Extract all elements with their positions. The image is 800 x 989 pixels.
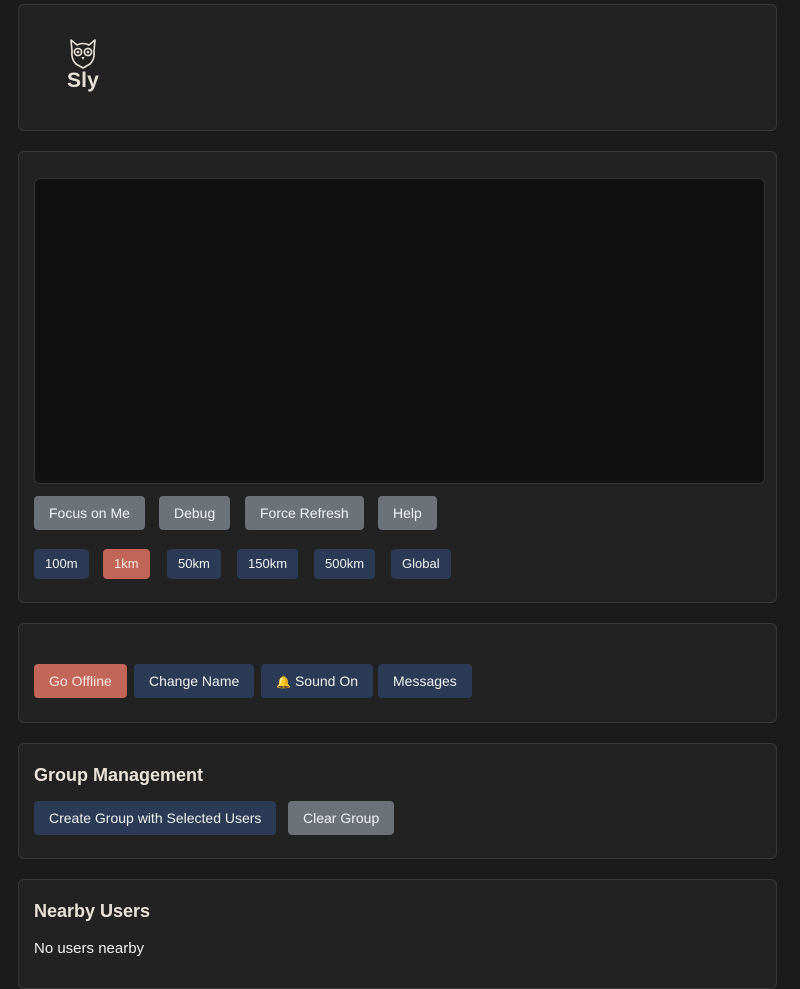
bell-icon: 🔔 [276,675,291,689]
group-management-card: Group Management Create Group with Selec… [18,743,777,859]
go-offline-button[interactable]: Go Offline [34,664,127,698]
nearby-users-title: Nearby Users [34,901,151,921]
range-button-50km[interactable]: 50km [167,549,221,579]
range-button-150km[interactable]: 150km [237,549,299,579]
force-refresh-button[interactable]: Force Refresh [245,496,364,530]
no-users-message: No users nearby [34,940,145,957]
controls-card: Go Offline Change Name 🔔 Sound On Message… [18,623,777,723]
brand-logo[interactable]: Sly [66,37,100,93]
brand-name: Sly [66,69,100,92]
messages-button[interactable]: Messages [378,664,472,698]
range-button-global[interactable]: Global [391,549,451,579]
nearby-users-card: Nearby Users No users nearby [18,879,777,989]
range-button-1km[interactable]: 1km [103,549,150,579]
owl-icon [66,37,100,69]
debug-button[interactable]: Debug [159,496,231,530]
range-button-500km[interactable]: 500km [314,549,376,579]
focus-on-me-button[interactable]: Focus on Me [34,496,145,530]
sound-toggle-button[interactable]: 🔔 Sound On [261,664,374,698]
map-card: Focus on Me Debug Force Refresh Help 100… [18,151,777,603]
change-name-button[interactable]: Change Name [134,664,255,698]
clear-group-button[interactable]: Clear Group [288,801,395,835]
help-button[interactable]: Help [378,496,437,530]
header-card: Sly [18,4,777,131]
sound-label: Sound On [294,673,359,689]
group-management-title: Group Management [34,765,204,785]
map-canvas[interactable] [34,178,765,484]
create-group-button[interactable]: Create Group with Selected Users [34,801,277,835]
range-button-100m[interactable]: 100m [34,549,89,579]
